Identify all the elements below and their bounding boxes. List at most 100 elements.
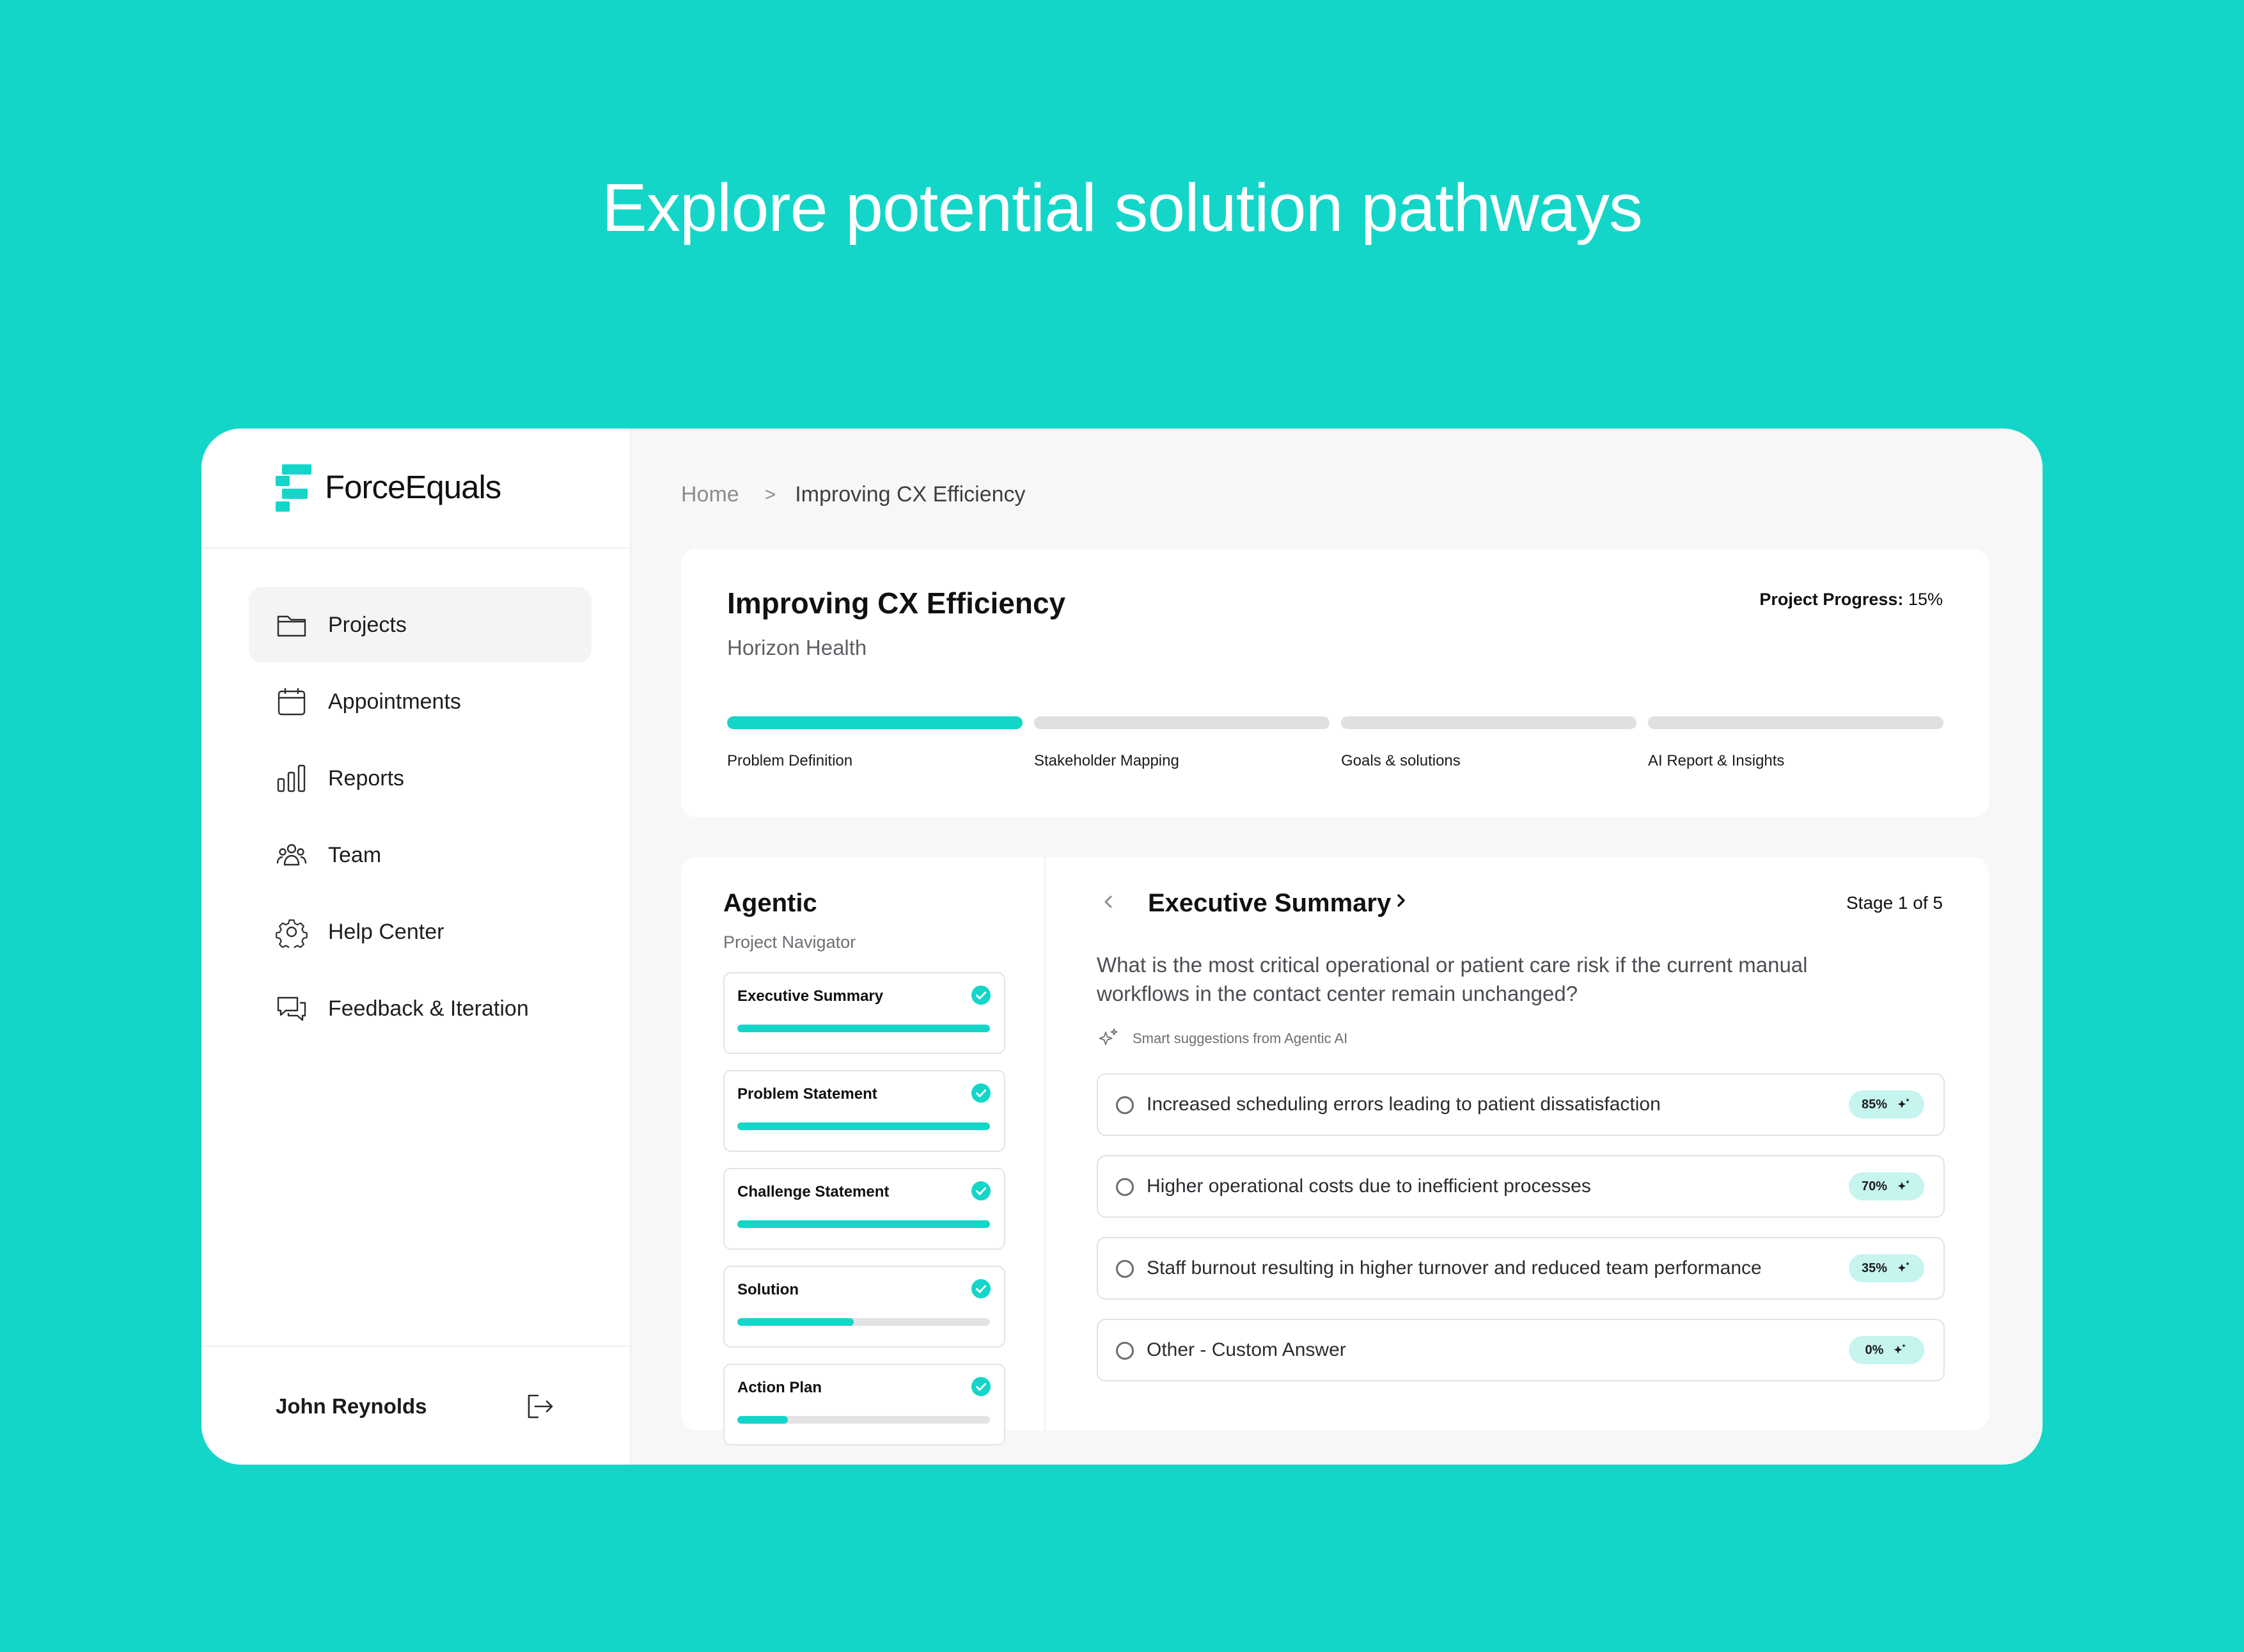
step-label: Goals & solutions — [1341, 752, 1461, 769]
sidebar-nav: Projects Appointments Reports Team Help … — [249, 587, 592, 1048]
answer-option[interactable]: Increased scheduling errors leading to p… — [1097, 1073, 1945, 1136]
stage-progress-fill — [737, 1220, 990, 1228]
step-label: Problem Definition — [727, 752, 853, 769]
confidence-badge: 35% — [1849, 1254, 1924, 1282]
step-label: Stakeholder Mapping — [1034, 752, 1179, 769]
stage-indicator: Stage 1 of 5 — [1846, 893, 1943, 913]
step-progress-bar — [1034, 716, 1330, 729]
sidebar-item-label: Feedback & Iteration — [328, 996, 529, 1021]
check-circle-icon — [971, 1377, 991, 1396]
answer-option[interactable]: Higher operational costs due to ineffici… — [1097, 1155, 1945, 1218]
gear-icon — [276, 916, 308, 948]
sparkle-icon — [1897, 1098, 1910, 1108]
confidence-badge: 70% — [1849, 1172, 1924, 1200]
bar-chart-icon — [276, 762, 308, 794]
sidebar-item-projects[interactable]: Projects — [249, 587, 592, 663]
project-progress: Project Progress: 15% — [1759, 590, 1943, 610]
sidebar-item-label: Team — [328, 842, 382, 867]
folder-icon — [276, 609, 308, 641]
stage-progress-fill — [737, 1318, 854, 1326]
stage-solution[interactable]: Solution — [723, 1266, 1005, 1348]
navigator-title: Agentic — [723, 889, 817, 917]
step-goals-solutions[interactable]: Goals & solutions — [1341, 716, 1636, 770]
stage-progress-track — [737, 1318, 990, 1326]
team-icon — [276, 839, 308, 871]
check-circle-icon — [971, 986, 991, 1005]
page-headline: Explore potential solution pathways — [602, 170, 1643, 246]
confidence-badge: 85% — [1849, 1090, 1924, 1119]
check-circle-icon — [971, 1083, 991, 1103]
stage-action-plan[interactable]: Action Plan — [723, 1364, 1005, 1445]
sidebar-item-label: Help Center — [328, 919, 444, 944]
stage-progress-fill — [737, 1416, 788, 1424]
forceequals-logo-icon — [276, 464, 311, 512]
chevron-left-icon[interactable] — [1097, 889, 1120, 915]
radio-button[interactable] — [1116, 1096, 1134, 1114]
stage-problem-statement[interactable]: Problem Statement — [723, 1070, 1005, 1152]
stage-list: Executive Summary Problem Statement Chal… — [723, 972, 1005, 1461]
sidebar-item-feedback[interactable]: Feedback & Iteration — [249, 971, 592, 1046]
breadcrumb-home[interactable]: Home — [681, 482, 739, 507]
radio-button[interactable] — [1116, 1260, 1134, 1278]
step-label: AI Report & Insights — [1648, 752, 1785, 769]
question-text: What is the most critical operational or… — [1097, 953, 1808, 1005]
check-circle-icon — [971, 1279, 991, 1298]
sidebar-item-label: Appointments — [328, 689, 461, 714]
logout-icon[interactable] — [524, 1390, 556, 1422]
sidebar-footer: John Reynolds — [201, 1346, 631, 1465]
radio-button[interactable] — [1116, 1178, 1134, 1196]
stage-progress-fill — [737, 1122, 990, 1130]
stage-name: Action Plan — [737, 1379, 822, 1396]
question-panel: Executive Summary Stage 1 of 5 What is t… — [1046, 857, 1989, 1430]
sparkle-icon — [1897, 1262, 1910, 1272]
step-problem-definition[interactable]: Problem Definition — [727, 716, 1023, 770]
sidebar-item-team[interactable]: Team — [249, 817, 592, 893]
check-circle-icon — [971, 1181, 991, 1200]
project-title: Improving CX Efficiency — [727, 586, 1066, 620]
breadcrumb-separator: > — [764, 484, 776, 505]
step-progress-bar — [727, 716, 1023, 729]
sidebar-item-label: Projects — [328, 612, 407, 637]
sparkle-icon — [1099, 1028, 1118, 1045]
project-steps: Problem Definition Stakeholder Mapping G… — [727, 716, 1943, 770]
stage-progress-track — [737, 1416, 990, 1424]
sidebar-item-label: Reports — [328, 766, 405, 791]
project-client: Horizon Health — [727, 636, 867, 659]
sidebar: ForceEquals Projects Appointments Report… — [201, 429, 631, 1465]
section-title: Executive Summary — [1148, 889, 1392, 917]
stage-name: Solution — [737, 1281, 799, 1298]
answer-text: Other - Custom Answer — [1147, 1339, 1346, 1360]
answer-text: Staff burnout resulting in higher turnov… — [1147, 1257, 1762, 1278]
brand-name: ForceEquals — [325, 469, 501, 505]
stage-progress-fill — [737, 1025, 990, 1032]
stage-progress-track — [737, 1220, 990, 1228]
sidebar-item-appointments[interactable]: Appointments — [249, 664, 592, 739]
answer-options: Increased scheduling errors leading to p… — [1097, 1073, 1945, 1401]
sparkle-icon — [1894, 1344, 1906, 1354]
step-ai-report[interactable]: AI Report & Insights — [1648, 716, 1943, 770]
sidebar-item-help-center[interactable]: Help Center — [249, 894, 592, 970]
stage-challenge-statement[interactable]: Challenge Statement — [723, 1168, 1005, 1250]
stage-name: Executive Summary — [737, 987, 884, 1005]
step-progress-bar — [1648, 716, 1943, 729]
stage-executive-summary[interactable]: Executive Summary — [723, 972, 1005, 1054]
smart-suggestions-label: Smart suggestions from Agentic AI — [1097, 1027, 1347, 1050]
confidence-score: 70% — [1861, 1179, 1888, 1193]
project-overview-card: Improving CX Efficiency Horizon Health P… — [681, 549, 1989, 817]
stage-progress-track — [737, 1025, 990, 1032]
stage-name: Problem Statement — [737, 1085, 877, 1103]
sidebar-item-reports[interactable]: Reports — [249, 741, 592, 816]
answer-option[interactable]: Other - Custom Answer 0% — [1097, 1319, 1945, 1381]
confidence-score: 0% — [1865, 1342, 1884, 1357]
project-progress-label: Project Progress: — [1759, 590, 1904, 609]
chat-bubbles-icon — [276, 993, 308, 1025]
step-progress-bar — [1341, 716, 1636, 729]
step-stakeholder-mapping[interactable]: Stakeholder Mapping — [1034, 716, 1330, 770]
chevron-right-icon[interactable] — [1390, 888, 1413, 913]
confidence-badge: 0% — [1849, 1336, 1924, 1364]
stage-name: Challenge Statement — [737, 1183, 890, 1200]
breadcrumb-current: Improving CX Efficiency — [795, 482, 1026, 507]
answer-text: Higher operational costs due to ineffici… — [1147, 1176, 1591, 1197]
answer-option[interactable]: Staff burnout resulting in higher turnov… — [1097, 1237, 1945, 1300]
radio-button[interactable] — [1116, 1342, 1134, 1360]
